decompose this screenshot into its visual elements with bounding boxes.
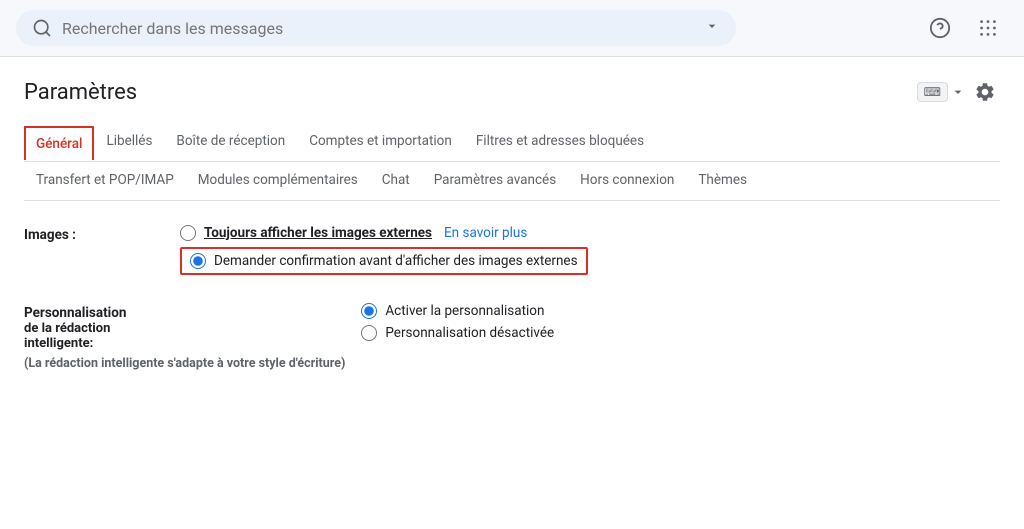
page-title: Paramètres	[24, 80, 137, 105]
search-bar	[16, 10, 736, 46]
tab-themes[interactable]: Thèmes	[686, 162, 759, 201]
tab-boite[interactable]: Boîte de réception	[164, 123, 297, 162]
images-radio1[interactable]	[180, 225, 196, 241]
keyboard-icon: ⌨	[917, 82, 948, 102]
main-content: Paramètres ⌨ Général Libellés Boîte de r…	[0, 57, 1024, 422]
tabs-row-1: Général Libellés Boîte de réception Comp…	[24, 123, 1000, 162]
page-title-row: Paramètres ⌨	[24, 77, 1000, 107]
apps-button[interactable]	[968, 8, 1008, 48]
help-button[interactable]	[920, 8, 960, 48]
images-option2-highlighted: Demander confirmation avant d'afficher d…	[180, 247, 588, 275]
smart-compose-option2[interactable]: Personnalisation désactivée	[361, 325, 554, 341]
search-input[interactable]	[62, 19, 694, 38]
tabs-row-2: Transfert et POP/IMAP Modules complément…	[24, 162, 1000, 201]
header-icons	[920, 8, 1008, 48]
smart-compose-radio1[interactable]	[361, 303, 377, 319]
smart-compose-label1: Personnalisation	[24, 305, 345, 321]
smart-compose-label2: de la rédaction	[24, 321, 345, 336]
smart-compose-option1-text: Activer la personnalisation	[385, 303, 544, 319]
tab-transfert[interactable]: Transfert et POP/IMAP	[24, 162, 186, 201]
smart-compose-setting-row: Personnalisation de la rédaction intelli…	[24, 303, 1000, 374]
tab-chat[interactable]: Chat	[370, 162, 422, 201]
tab-comptes[interactable]: Comptes et importation	[297, 123, 464, 162]
images-setting-row: Images : Toujours afficher les images ex…	[24, 225, 1000, 275]
images-radio2[interactable]	[190, 253, 206, 269]
tab-filtres[interactable]: Filtres et adresses bloquées	[464, 123, 656, 162]
tab-avances[interactable]: Paramètres avancés	[422, 162, 568, 201]
images-option2-text: Demander confirmation avant d'afficher d…	[214, 253, 578, 269]
images-section: Images : Toujours afficher les images ex…	[24, 225, 1000, 275]
search-dropdown-icon[interactable]	[704, 18, 720, 38]
images-option1-link[interactable]: En savoir plus	[444, 225, 527, 241]
images-label: Images :	[24, 225, 164, 243]
smart-compose-label3: intelligente:	[24, 336, 345, 351]
tab-general[interactable]: Général	[24, 126, 94, 160]
keyboard-icon-area: ⌨	[917, 82, 966, 102]
smart-compose-label: Personnalisation de la rédaction intelli…	[24, 303, 345, 374]
smart-compose-option2-text: Personnalisation désactivée	[385, 325, 554, 341]
smart-compose-option1[interactable]: Activer la personnalisation	[361, 303, 554, 319]
images-option1-text: Toujours afficher les images externes	[204, 225, 432, 241]
images-option2[interactable]: Demander confirmation avant d'afficher d…	[190, 253, 578, 269]
settings-gear-button[interactable]	[970, 77, 1000, 107]
title-icons: ⌨	[917, 77, 1000, 107]
images-options: Toujours afficher les images externes En…	[180, 225, 588, 275]
smart-compose-options: Activer la personnalisation Personnalisa…	[361, 303, 554, 341]
tab-hors[interactable]: Hors connexion	[568, 162, 686, 201]
smart-compose-section: Personnalisation de la rédaction intelli…	[24, 303, 1000, 374]
tab-modules[interactable]: Modules complémentaires	[186, 162, 370, 201]
keyboard-chevron-icon[interactable]	[950, 84, 966, 100]
tab-libelles[interactable]: Libellés	[94, 123, 164, 162]
images-option1[interactable]: Toujours afficher les images externes En…	[180, 225, 588, 241]
smart-compose-note: (La rédaction intelligente s'adapte à vo…	[24, 355, 345, 374]
search-icon	[32, 18, 52, 38]
smart-compose-radio2[interactable]	[361, 325, 377, 341]
header	[0, 0, 1024, 57]
